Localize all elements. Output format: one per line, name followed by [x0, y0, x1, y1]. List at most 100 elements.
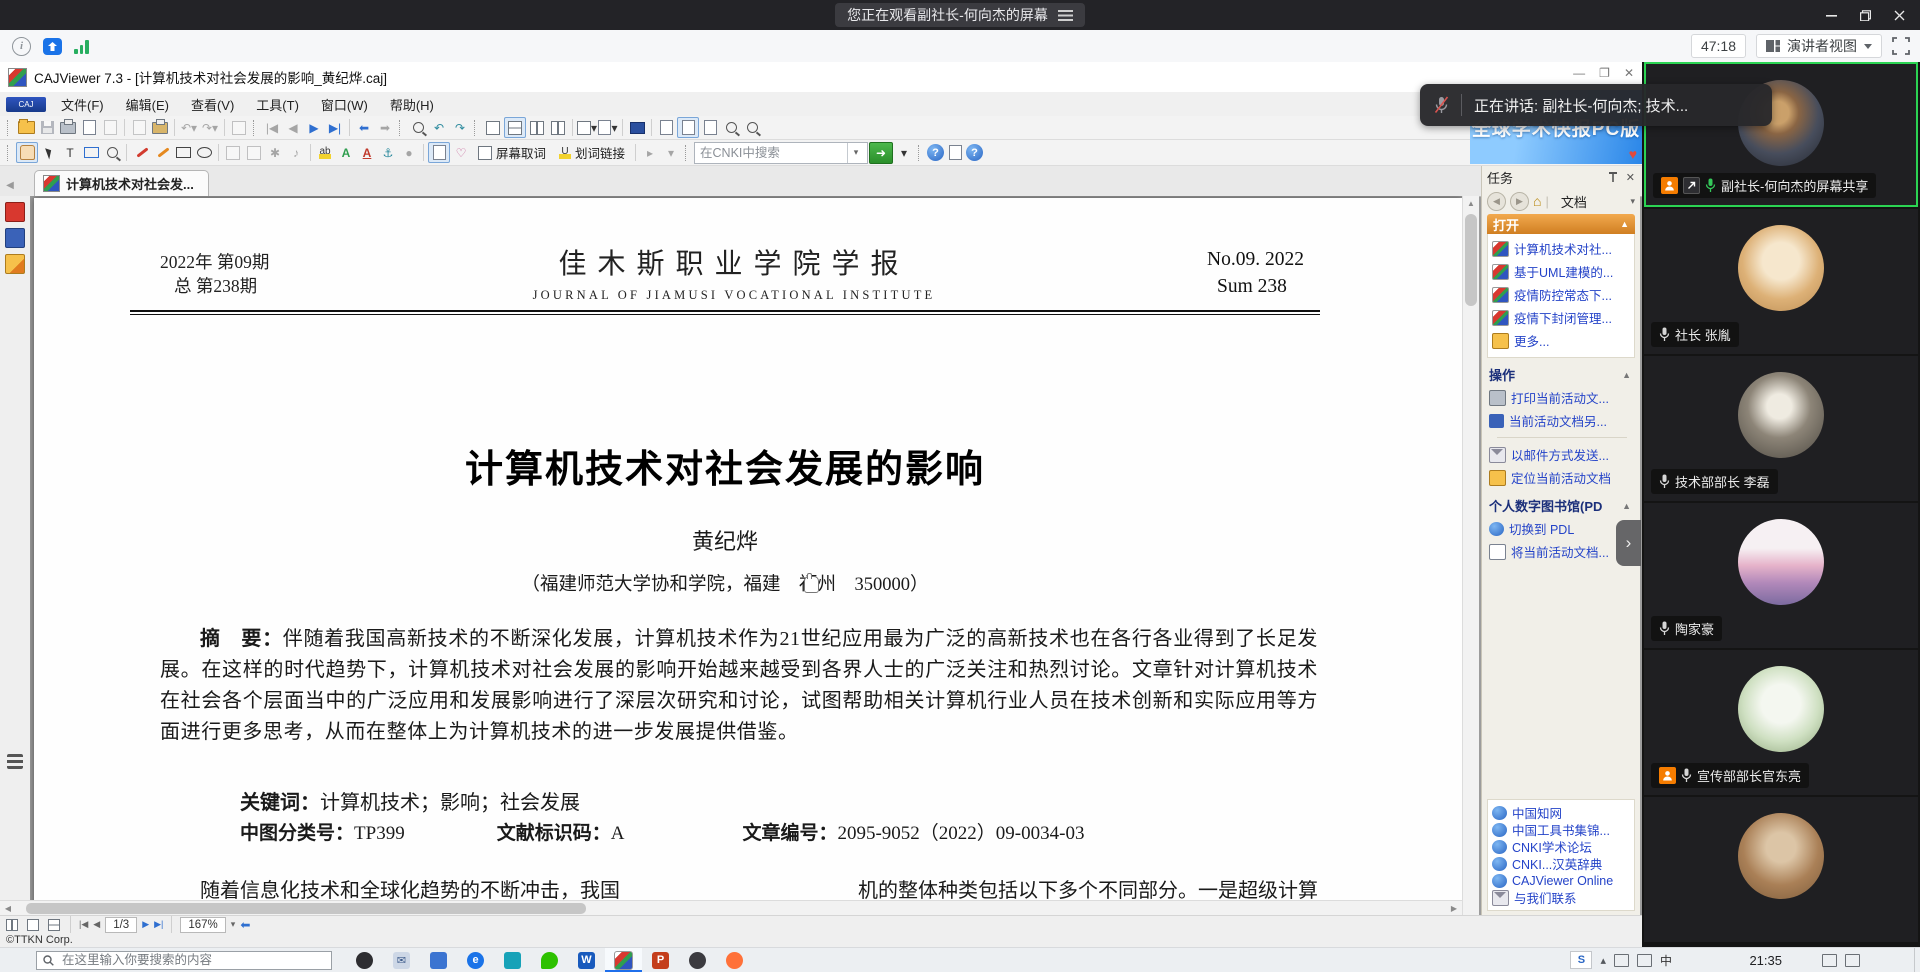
notification-icon[interactable]: [1845, 954, 1860, 967]
vertical-scrollbar[interactable]: ▲ ▼: [1462, 196, 1479, 947]
note-tool-icon[interactable]: [428, 142, 450, 163]
taskbar-app-icon[interactable]: W: [568, 948, 605, 972]
continuous-page-icon[interactable]: [504, 117, 526, 138]
single-page-icon[interactable]: [483, 118, 503, 137]
menu-window[interactable]: 窗口(W): [310, 95, 379, 114]
participant-tile[interactable]: 社长 张胤: [1644, 209, 1918, 354]
taskbar-app-icon[interactable]: [716, 948, 753, 972]
recent-doc-link[interactable]: 疫情下封闭管理...: [1492, 306, 1632, 329]
first-page-icon[interactable]: |◀: [262, 118, 282, 137]
taskbar-clock[interactable]: 21:35: [1749, 953, 1782, 968]
page-mode-dropdown-icon[interactable]: ▾: [577, 118, 597, 137]
recent-doc-link[interactable]: 计算机技术对社...: [1492, 237, 1632, 260]
text-select-icon[interactable]: T: [60, 143, 80, 162]
next-result-icon[interactable]: ▾: [661, 143, 681, 162]
save-as-link[interactable]: 当前活动文档另...: [1489, 409, 1635, 432]
reference-books-link[interactable]: 中国工具书集锦...: [1492, 821, 1632, 838]
zoom-in-icon[interactable]: [742, 118, 762, 137]
document-tab[interactable]: 计算机技术对社会发...: [34, 170, 209, 196]
settings-tool-icon[interactable]: ✱: [265, 143, 285, 162]
view-mode-selector[interactable]: 演讲者视图: [1756, 34, 1882, 58]
menu-tools[interactable]: 工具(T): [245, 95, 310, 114]
ellipse-tool-icon[interactable]: [194, 143, 214, 162]
tray-lang-icon[interactable]: 中: [1660, 952, 1672, 969]
restore-button[interactable]: [1850, 2, 1880, 28]
vertical-scroll-thumb[interactable]: [1465, 214, 1477, 306]
next-page-button[interactable]: ▶: [142, 919, 149, 930]
catalog-panel-icon[interactable]: [5, 202, 25, 222]
participant-tile[interactable]: 宣传部部长官东亮: [1644, 650, 1918, 795]
contact-us-link[interactable]: 与我们联系: [1492, 889, 1632, 906]
menu-help[interactable]: 帮助(H): [379, 95, 445, 114]
mdi-doc-icon[interactable]: CAJ: [6, 97, 46, 112]
help-doc-icon[interactable]: [945, 143, 965, 162]
minimize-button[interactable]: [1816, 2, 1846, 28]
mail-doc-icon[interactable]: [100, 118, 120, 137]
windows-search-input[interactable]: [60, 952, 325, 968]
add-to-pdl-link[interactable]: 将当前活动文档...: [1489, 540, 1635, 563]
switch-pdl-link[interactable]: 切换到 PDL: [1489, 517, 1635, 540]
redo-icon[interactable]: ↷▾: [200, 118, 220, 137]
fullscreen-view-icon[interactable]: [627, 118, 647, 137]
prev-view-icon[interactable]: ⬅: [354, 118, 374, 137]
pane-back-icon[interactable]: ◀: [1487, 192, 1506, 211]
caj-restore-icon[interactable]: ❐: [1599, 66, 1610, 80]
send-mail-link[interactable]: 以邮件方式发送...: [1489, 443, 1635, 466]
panel-expander[interactable]: ›: [1616, 520, 1641, 566]
prev-page-button[interactable]: ◀: [93, 919, 100, 930]
page-view-icon[interactable]: [25, 915, 41, 934]
caj-close-icon[interactable]: ✕: [1624, 66, 1634, 80]
pin-note-icon[interactable]: ●: [399, 143, 419, 162]
prev-result-icon[interactable]: ▸: [640, 143, 660, 162]
last-page-button[interactable]: ▶|: [154, 919, 163, 930]
next-page-icon[interactable]: ▶: [304, 118, 324, 137]
properties-icon[interactable]: [229, 118, 249, 137]
hamburger-icon[interactable]: [1058, 10, 1073, 21]
tray-volume-icon[interactable]: [1637, 954, 1652, 967]
last-page-icon[interactable]: ▶|: [325, 118, 345, 137]
help-icon[interactable]: ?: [927, 144, 944, 161]
first-page-button[interactable]: |◀: [79, 919, 88, 930]
taskbar-app-icon[interactable]: [346, 948, 383, 972]
more-docs-link[interactable]: 更多...: [1492, 329, 1632, 352]
bookmark-panel-icon[interactable]: [5, 228, 25, 248]
taskbar-app-icon[interactable]: [420, 948, 457, 972]
show-desktop-button[interactable]: [1914, 948, 1920, 972]
taskbar-app-icon[interactable]: P: [642, 948, 679, 972]
open-icon[interactable]: [16, 118, 36, 137]
list-panel-icon[interactable]: [7, 754, 23, 769]
copy-icon[interactable]: [129, 118, 149, 137]
section-open-header[interactable]: 打开▲: [1487, 214, 1635, 234]
pin-icon[interactable]: [1608, 172, 1618, 183]
taskbar-app-icon[interactable]: ✉: [383, 948, 420, 972]
page-indicator[interactable]: 1/3: [105, 917, 137, 933]
meeting-protect-icon[interactable]: [43, 38, 62, 55]
pane-home-icon[interactable]: ⌂: [1533, 193, 1541, 209]
windows-search-box[interactable]: [36, 951, 332, 970]
recent-doc-link[interactable]: 基于UML建模的...: [1492, 260, 1632, 283]
menu-edit[interactable]: 编辑(E): [115, 95, 180, 114]
scroll-left-icon[interactable]: ◀: [0, 901, 16, 916]
highlight-tool-icon[interactable]: ab: [315, 143, 335, 162]
menu-file[interactable]: 文件(F): [50, 95, 115, 114]
taskbar-app-icon[interactable]: [494, 948, 531, 972]
touch-keyboard-icon[interactable]: [1822, 954, 1837, 967]
fit-width-icon[interactable]: [677, 117, 699, 138]
pane-close-icon[interactable]: ✕: [1626, 171, 1635, 184]
scroll-up-icon[interactable]: ▲: [1463, 196, 1479, 211]
taskbar-app-icon[interactable]: [679, 948, 716, 972]
online-help-icon[interactable]: ?: [966, 144, 983, 161]
participant-tile[interactable]: 技术部部长 李磊: [1644, 356, 1918, 501]
section-actions-header[interactable]: 操作▲: [1487, 358, 1635, 386]
pen-tool-icon[interactable]: [131, 143, 151, 162]
text-color-red-icon[interactable]: A: [357, 143, 377, 162]
brush-tool-icon[interactable]: [152, 143, 172, 162]
search-go-dropdown-icon[interactable]: ▾: [894, 143, 914, 162]
fill-tool-icon[interactable]: [223, 143, 243, 162]
fit-visible-icon[interactable]: [700, 118, 720, 137]
cnki-forum-link[interactable]: CNKI学术论坛: [1492, 838, 1632, 855]
cnki-search-input[interactable]: [695, 146, 847, 160]
rectangle-tool-icon[interactable]: [173, 143, 193, 162]
continuous-facing-icon[interactable]: [548, 118, 568, 137]
annotation-panel-icon[interactable]: [5, 254, 25, 274]
